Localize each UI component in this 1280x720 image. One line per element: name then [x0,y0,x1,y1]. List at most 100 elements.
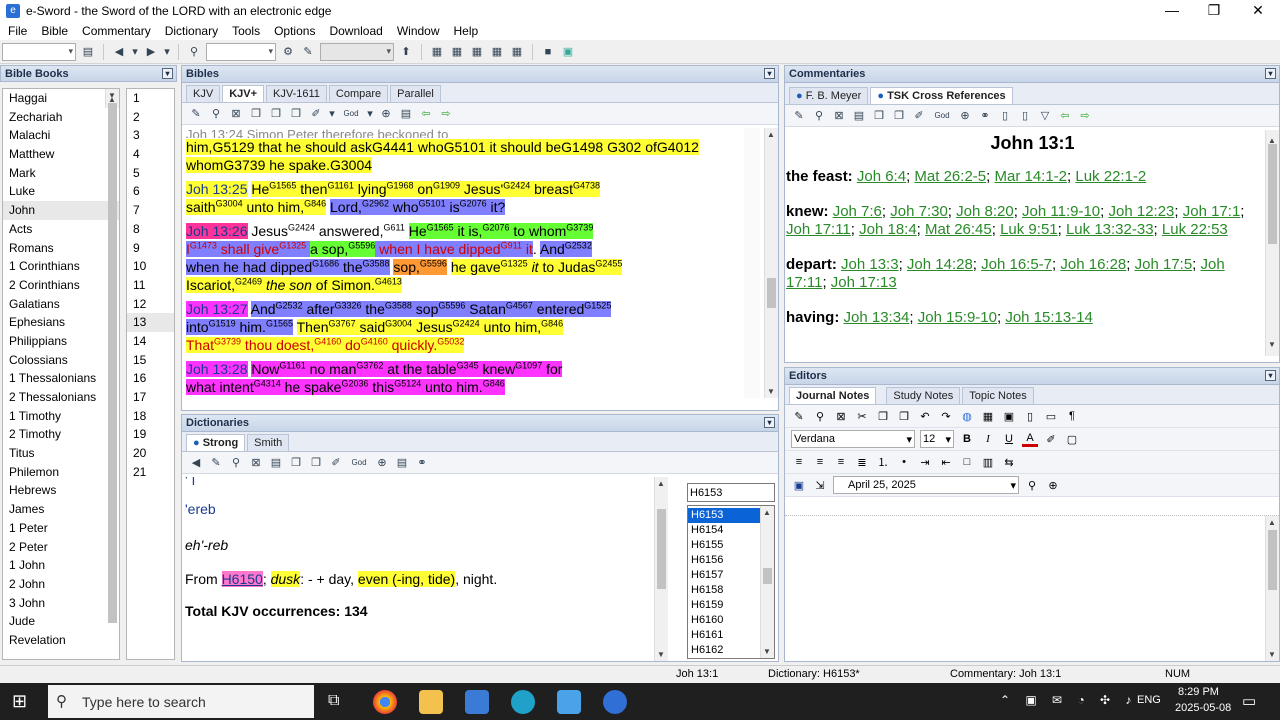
copy-passage-icon[interactable]: ❐ [288,106,304,122]
chapter-list-item[interactable]: 3 [127,126,174,145]
file-explorer-icon[interactable] [419,690,443,714]
cross-reference-link[interactable]: Mat 26:45 [925,221,992,238]
copy-icon[interactable]: ❐ [871,108,887,124]
esword-taskbar-icon[interactable] [465,690,489,714]
layout-4-icon[interactable]: ▦ [489,44,505,60]
layout-3-icon[interactable]: ▦ [469,44,485,60]
book-list-item[interactable]: Titus [3,444,119,463]
book-list-item[interactable]: Malachi [3,126,119,145]
chapter-list-item[interactable]: 2 [127,108,174,127]
chapter-list-item[interactable]: 8 [127,220,174,239]
cross-reference-link[interactable]: Joh 17:1 [1183,203,1241,220]
journal-editor[interactable]: ▲ ▼ [785,516,1279,661]
cross-reference-link[interactable]: Joh 15:13-14 [1005,309,1093,326]
cross-reference-link[interactable]: Joh 7:6 [833,203,882,220]
audio-dropdown-icon[interactable]: ▾ [366,106,374,122]
chapter-list[interactable]: 1 2 3 4 5 6 7 8 9 10 11 12 13 14 15 16 17 18 19 20 21 [126,88,175,660]
chapter-list-item[interactable]: 9 [127,239,174,258]
clear-search-icon[interactable]: ⊠ [248,455,264,471]
edit-icon[interactable]: ✎ [208,455,224,471]
book-list-item[interactable]: Jude [3,612,119,631]
book-list-item[interactable]: Revelation [3,631,119,650]
clock-date[interactable]: 2025-05-08 [1175,702,1231,714]
book-list[interactable]: ▲ ▼ Haggai Zechariah Malachi Matthew Mark Luke… [2,88,120,660]
forward-arrow-icon[interactable]: ⇨ [1077,108,1093,124]
paint-icon[interactable] [557,690,581,714]
color-grid-icon[interactable]: ▣ [560,44,576,60]
tab-compare[interactable]: Compare [328,85,389,102]
cross-reference-link[interactable]: Joh 6:4 [857,168,906,185]
columns-icon[interactable]: ▥ [980,454,996,470]
language-indicator[interactable]: ENG [1137,694,1161,706]
copy-icon[interactable]: ❐ [288,455,304,471]
cross-reference-link[interactable]: Joh 13:34 [844,309,910,326]
book-list-item[interactable]: John [3,201,119,220]
copy-verse-icon[interactable]: ❐ [268,106,284,122]
book-list-item[interactable]: Acts [3,220,119,239]
commentary-scrollbar[interactable]: ▲ ▼ [1265,130,1279,356]
menu-file[interactable]: File [2,24,35,38]
book-list-item[interactable]: 1 Timothy [3,407,119,426]
binoculars-icon[interactable]: ⚲ [812,408,828,424]
layout-1-icon[interactable]: ▦ [429,44,445,60]
edit-icon[interactable]: ✎ [188,106,204,122]
back-icon[interactable]: ◀ [111,44,127,60]
chrome-icon[interactable] [373,690,397,714]
tab-kjv[interactable]: KJV [186,85,221,102]
pin-icon[interactable]: ▾ [764,417,775,428]
chapter-list-item[interactable]: 5 [127,164,174,183]
book-list-item[interactable]: Galatians [3,295,119,314]
cross-reference-link[interactable]: Joh 15:9-10 [918,309,997,326]
align-right-icon[interactable]: ≡ [833,454,849,470]
chapter-list-item[interactable]: 19 [127,425,174,444]
book-list-item[interactable]: Philippians [3,332,119,351]
tab-kjv-1611[interactable]: KJV-1611 [266,85,327,102]
redo-icon[interactable]: ↷ [938,408,954,424]
export-icon[interactable]: ⇲ [812,477,828,493]
bible-scrollbar[interactable]: ▲ ▼ [764,128,778,398]
tab-topic-notes[interactable]: Topic Notes [962,387,1034,404]
book-list-scrollbar[interactable]: ▲ ▼ [105,89,119,623]
cross-reference-link[interactable]: Mar 14:1-2 [994,168,1067,185]
edit-icon[interactable]: ✎ [791,408,807,424]
book-list-item[interactable]: 2 Thessalonians [3,388,119,407]
book-list-item[interactable]: 1 Corinthians [3,257,119,276]
edit-icon[interactable]: ✎ [791,108,807,124]
book-view-icon[interactable]: ▤ [394,455,410,471]
maximize-button[interactable]: ❐ [1192,0,1236,22]
save-icon[interactable]: ▣ [791,477,807,493]
paragraph-icon[interactable]: ¶ [1064,408,1080,424]
book-list-item[interactable]: 1 Peter [3,519,119,538]
copy-icon[interactable]: ❐ [248,106,264,122]
dictionary-entry-item[interactable]: H6158 [688,583,760,598]
cross-reference-link[interactable]: Joh 16:28 [1060,256,1126,273]
forward-arrow-icon[interactable]: ⇨ [438,106,454,122]
layout-2-icon[interactable]: ▦ [449,44,465,60]
pin-icon[interactable]: ▾ [162,68,173,79]
cross-reference-link[interactable]: Joh 13:3 [841,256,899,273]
book-list-item[interactable]: Zechariah [3,108,119,127]
minimize-button[interactable]: — [1150,0,1194,22]
paste-icon[interactable]: ❐ [891,108,907,124]
book-list-item[interactable]: Matthew [3,145,119,164]
audio-icon[interactable]: God [340,106,362,122]
page-icon[interactable]: ▯ [1022,408,1038,424]
copy-icon[interactable]: ❐ [875,408,891,424]
chapter-list-item[interactable]: 21 [127,463,174,482]
book-list-item[interactable]: 2 Timothy [3,425,119,444]
highlight-dropdown-icon[interactable]: ▾ [328,106,336,122]
binoculars-icon[interactable]: ⚲ [186,44,202,60]
paste-icon[interactable]: ❐ [308,455,324,471]
menu-tools[interactable]: Tools [226,24,268,38]
chapter-list-item[interactable]: 1 [127,89,174,108]
menu-help[interactable]: Help [448,24,487,38]
eraser-icon[interactable]: ✎ [300,44,316,60]
book-list-item[interactable]: 2 Peter [3,538,119,557]
undo-icon[interactable]: ↶ [917,408,933,424]
binoculars-icon[interactable]: ⚲ [1024,477,1040,493]
chapter-list-item[interactable]: 6 [127,182,174,201]
book-list-item[interactable]: Colossians [3,351,119,370]
highlighter-icon[interactable]: ✐ [328,455,344,471]
back-arrow-icon[interactable]: ⇦ [1057,108,1073,124]
indent-icon[interactable]: ⇥ [917,454,933,470]
